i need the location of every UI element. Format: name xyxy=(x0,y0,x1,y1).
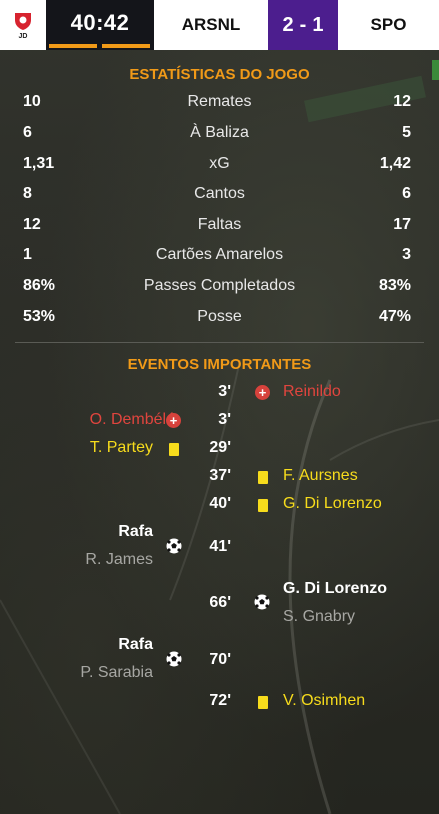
events-title: EVENTOS IMPORTANTES xyxy=(127,356,312,373)
stat-away-value: 17 xyxy=(393,216,411,233)
stat-row: 6 À Baliza 5 xyxy=(0,118,439,148)
goal-assist: R. James xyxy=(85,551,153,568)
event-minute: 37' xyxy=(209,467,231,484)
stat-label: À Baliza xyxy=(190,124,249,141)
clock-progress-second-half xyxy=(102,44,150,48)
section-divider xyxy=(15,342,424,343)
football-icon xyxy=(166,538,182,554)
stat-row: 1,31 xG 1,42 xyxy=(0,149,439,179)
football-icon xyxy=(254,594,270,610)
match-clock: 40:42 xyxy=(46,0,154,50)
red-cross-icon: + xyxy=(255,385,270,400)
stat-label: Remates xyxy=(187,93,252,110)
event-player: F. Aursnes xyxy=(283,467,358,484)
goal-assist: S. Gnabry xyxy=(283,608,356,625)
goal-scorer: Rafa xyxy=(118,636,153,653)
yellow-card-icon xyxy=(258,696,268,709)
stat-label: Posse xyxy=(197,308,242,325)
yellow-card-icon xyxy=(258,499,268,512)
stat-away-value: 12 xyxy=(393,93,411,110)
event-player: T. Partey xyxy=(89,439,153,456)
stat-label: Passes Completados xyxy=(143,277,296,294)
stat-row: 12 Faltas 17 xyxy=(0,210,439,240)
event-player: G. Di Lorenzo xyxy=(283,495,382,512)
stat-row: 10 Remates 12 xyxy=(0,87,439,117)
goal-assist: P. Sarabia xyxy=(80,664,153,681)
home-score: 2 xyxy=(282,13,294,36)
stat-row: 1 Cartões Amarelos 3 xyxy=(0,240,439,270)
event-minute: 3' xyxy=(218,411,231,428)
goal-scorer: G. Di Lorenzo xyxy=(283,580,387,597)
stat-away-value: 47% xyxy=(378,308,411,325)
stats-title: ESTATÍSTICAS DO JOGO xyxy=(129,66,310,83)
event-minute: 41' xyxy=(209,538,231,555)
stat-label: Faltas xyxy=(197,216,242,233)
red-cross-icon: + xyxy=(166,413,181,428)
stat-row: 86% Passes Completados 83% xyxy=(0,271,439,301)
stat-away-value: 5 xyxy=(402,124,411,141)
crest-icon xyxy=(15,12,31,30)
stat-away-value: 83% xyxy=(378,277,411,294)
stat-label: Cantos xyxy=(194,185,245,202)
event-minute: 3' xyxy=(218,383,231,400)
score-separator: - xyxy=(299,13,307,36)
score-header: JD 40:42 ARSNL 2 - 1 SPO xyxy=(0,0,439,50)
clock-time: 40:42 xyxy=(70,10,130,35)
logo-text: JD xyxy=(18,32,28,40)
event-player: V. Osimhen xyxy=(283,692,366,709)
stat-row: 53% Posse 47% xyxy=(0,302,439,332)
stat-away-value: 3 xyxy=(402,246,411,263)
event-minute: 40' xyxy=(209,495,231,512)
channel-logo: JD xyxy=(0,0,46,50)
event-minute: 29' xyxy=(209,439,231,456)
football-icon xyxy=(166,651,182,667)
event-minute: 70' xyxy=(209,651,231,668)
home-team: ARSNL xyxy=(154,0,268,50)
stat-away-value: 6 xyxy=(402,185,411,202)
stat-row: 8 Cantos 6 xyxy=(0,179,439,209)
event-player: Reinildo xyxy=(283,383,341,400)
yellow-card-icon xyxy=(258,471,268,484)
scoreline: 2 - 1 xyxy=(268,0,338,50)
away-team: SPO xyxy=(338,0,439,50)
yellow-card-icon xyxy=(169,443,179,456)
stat-label: Cartões Amarelos xyxy=(155,246,284,263)
clock-progress-first-half xyxy=(49,44,97,48)
away-score: 1 xyxy=(312,13,324,36)
stat-away-value: 1,42 xyxy=(379,155,411,172)
event-minute: 72' xyxy=(209,692,231,709)
goal-scorer: Rafa xyxy=(118,523,153,540)
event-player: O. Dembélé xyxy=(89,411,175,428)
event-minute: 66' xyxy=(209,594,231,611)
stat-label: xG xyxy=(209,155,230,172)
